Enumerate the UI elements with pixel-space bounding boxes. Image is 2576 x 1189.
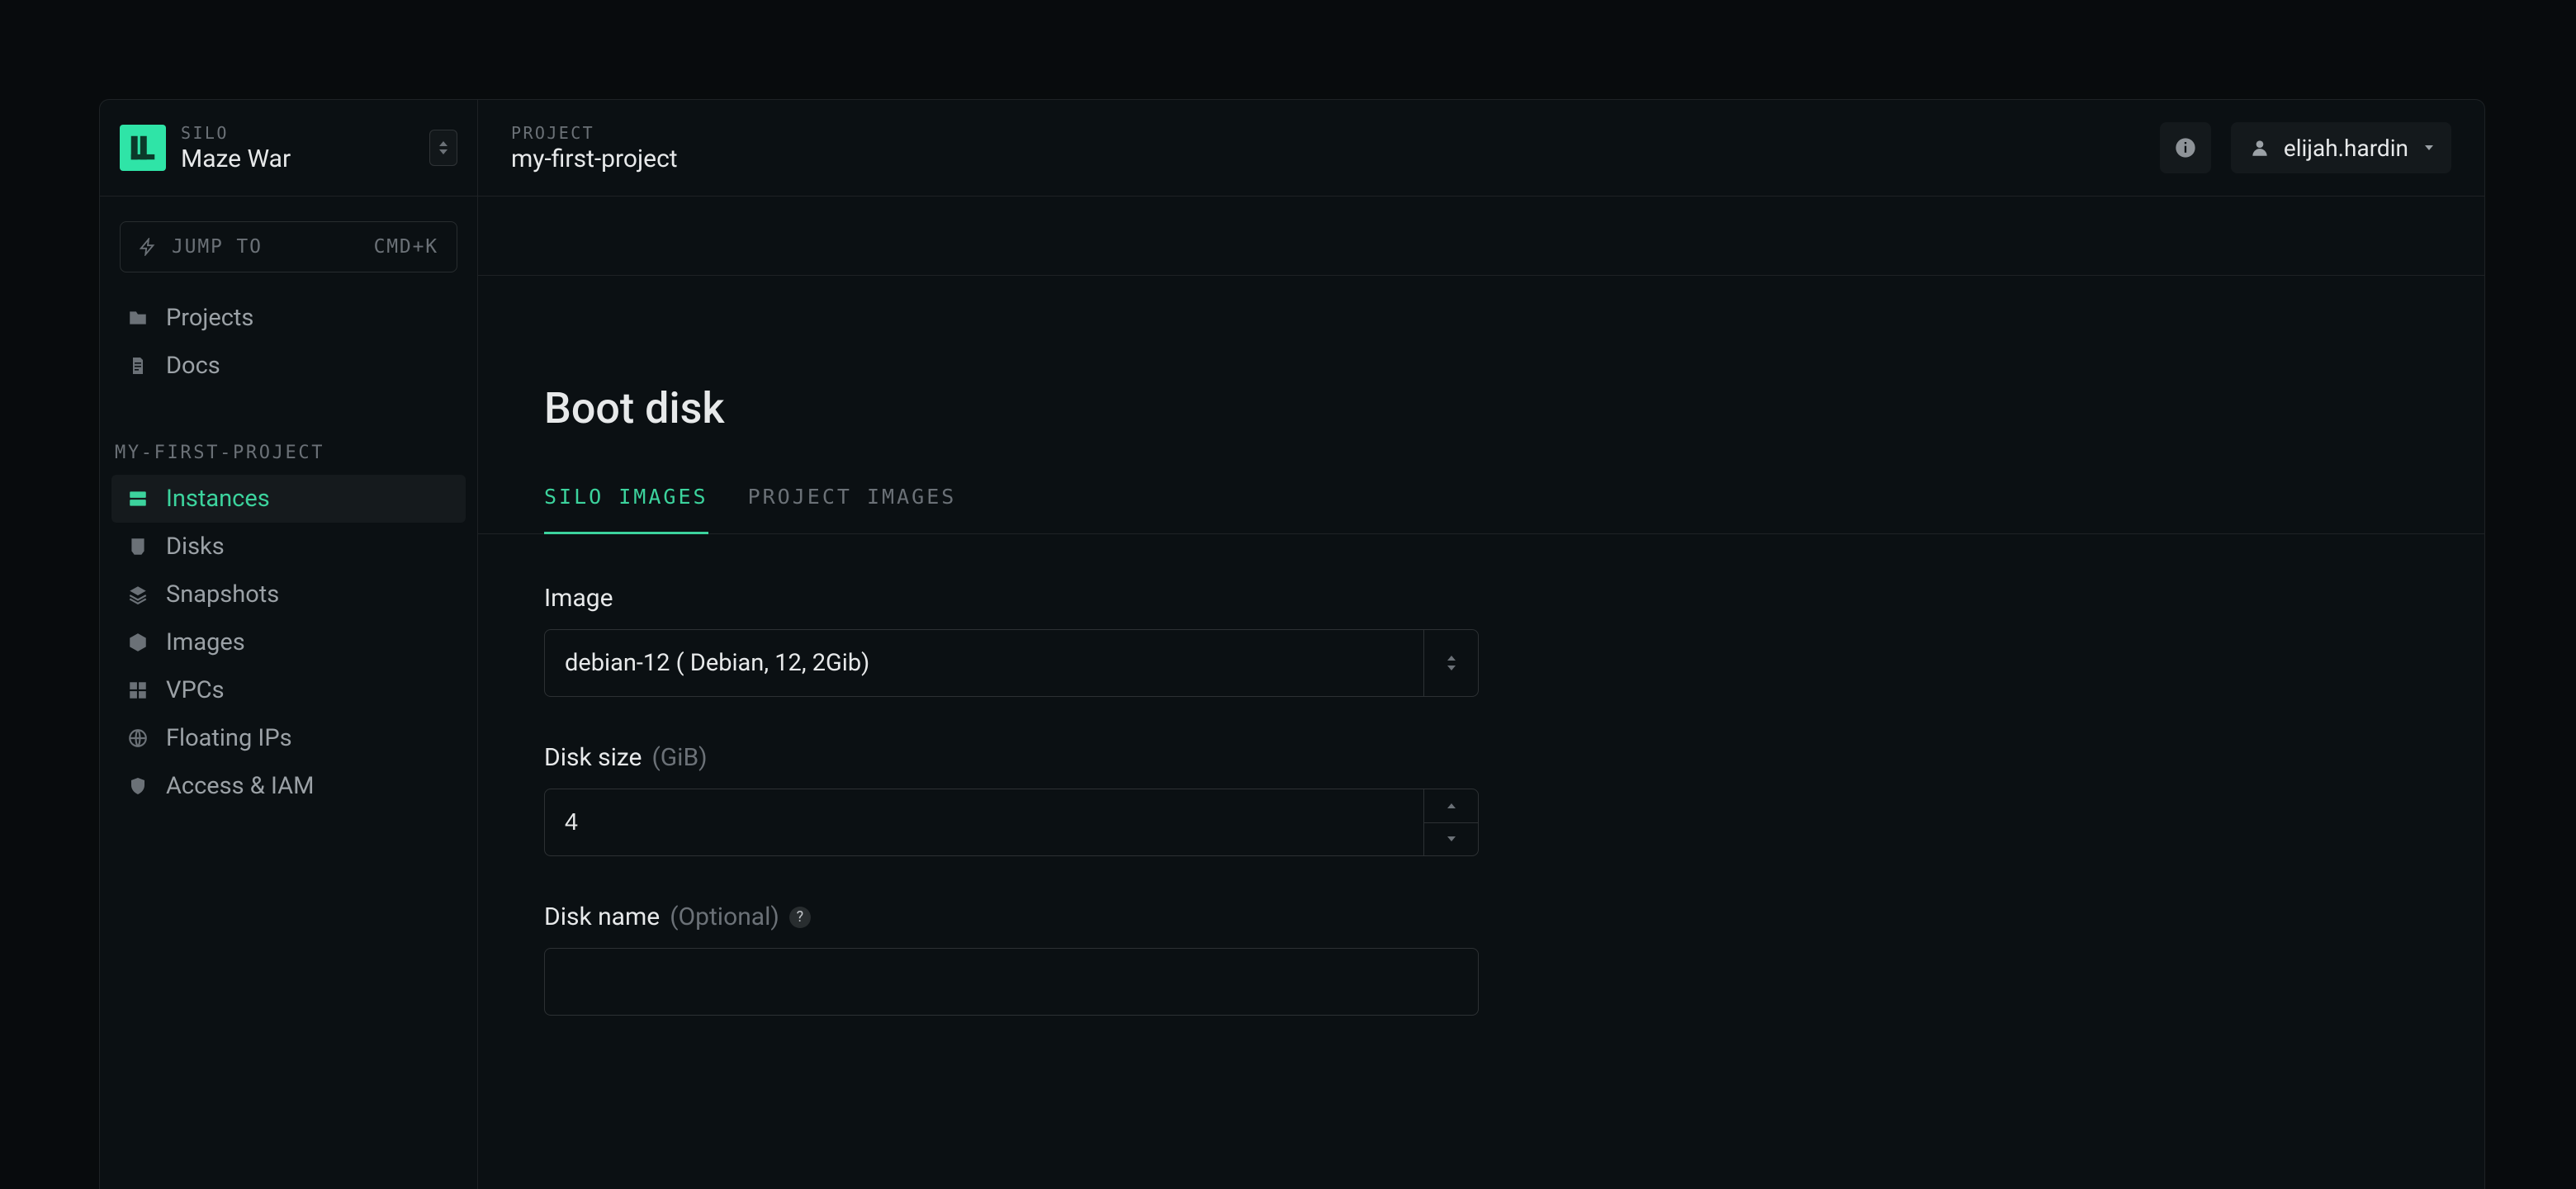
info-button[interactable]	[2160, 122, 2211, 173]
breadcrumb-value: my-first-project	[511, 144, 678, 173]
disk-name-input-wrap	[544, 948, 1479, 1016]
field-image: Image debian-12 ( Debian, 12, 2Gib)	[544, 584, 1479, 697]
jump-label: JUMP TO	[172, 236, 359, 258]
doc-icon	[126, 354, 149, 377]
tab-project[interactable]: PROJECT IMAGES	[748, 485, 957, 534]
topbar: PROJECT my-first-project elijah.hardin	[478, 100, 2484, 197]
grid-icon	[126, 679, 149, 702]
folder-icon	[126, 306, 149, 329]
user-menu[interactable]: elijah.hardin	[2231, 122, 2451, 173]
jump-to-button[interactable]: JUMP TO CMD+K	[120, 221, 457, 272]
select-caret[interactable]	[1423, 630, 1478, 696]
nav-project: Instances Disks Snapshots Images VPCs Floatin…	[100, 475, 477, 827]
sidebar-item-snapshots[interactable]: Snapshots	[111, 571, 466, 618]
sidebar-item-disks[interactable]: Disks	[111, 523, 466, 571]
image-label: Image	[544, 584, 1479, 613]
nav-label: Snapshots	[166, 580, 279, 609]
app-window: SILO Maze War JUMP TO CMD+K Projects Docs…	[99, 99, 2485, 1189]
chevron-down-icon	[439, 149, 447, 154]
nav-label: Projects	[166, 304, 253, 332]
page-title: Boot disk	[544, 383, 2418, 433]
caret-down-icon	[2425, 145, 2433, 150]
nav-label: VPCs	[166, 676, 225, 704]
step-up-button[interactable]	[1424, 789, 1478, 822]
nav-label: Access & IAM	[166, 772, 314, 800]
layers-icon	[126, 583, 149, 606]
silo-switcher[interactable]	[429, 130, 457, 166]
silo-text: SILO Maze War	[181, 123, 414, 173]
sidebar-item-projects[interactable]: Projects	[111, 294, 466, 342]
disk-name-input[interactable]	[545, 949, 1478, 1015]
boot-disk-form: Image debian-12 ( Debian, 12, 2Gib) Disk…	[544, 584, 1479, 1016]
sidebar-item-access[interactable]: Access & IAM	[111, 762, 466, 810]
sidebar-item-docs[interactable]: Docs	[111, 342, 466, 390]
nav-label: Docs	[166, 352, 220, 380]
server-icon	[126, 487, 149, 510]
disk-name-label: Disk name (Optional) ?	[544, 902, 1479, 931]
disk-size-stepper[interactable]	[544, 789, 1479, 856]
logo-icon	[127, 132, 159, 163]
silo-header: SILO Maze War	[100, 100, 477, 197]
tab-silo[interactable]: SILO IMAGES	[544, 485, 708, 534]
project-section-label: MY-FIRST-PROJECT	[100, 406, 477, 475]
field-disk-size: Disk size (GiB)	[544, 743, 1479, 856]
chevron-up-icon	[439, 141, 447, 146]
sidebar-item-vpcs[interactable]: VPCs	[111, 666, 466, 714]
cube-icon	[126, 631, 149, 654]
sidebar-item-floatingips[interactable]: Floating IPs	[111, 714, 466, 762]
sidebar-item-images[interactable]: Images	[111, 618, 466, 666]
disk-size-label: Disk size (GiB)	[544, 743, 1479, 772]
user-icon	[2249, 137, 2271, 159]
disk-icon	[126, 535, 149, 558]
chevron-down-icon	[1447, 666, 1456, 670]
step-down-button[interactable]	[1424, 822, 1478, 856]
subbar	[478, 197, 2484, 276]
breadcrumb[interactable]: PROJECT my-first-project	[511, 123, 678, 173]
main: PROJECT my-first-project elijah.hardin B…	[478, 100, 2484, 1189]
help-icon[interactable]: ?	[789, 907, 811, 928]
nav-label: Floating IPs	[166, 724, 292, 752]
breadcrumb-label: PROJECT	[511, 123, 678, 143]
shield-icon	[126, 775, 149, 798]
nav-top: Projects Docs	[100, 294, 477, 406]
globe-icon	[126, 727, 149, 750]
tabs: SILO IMAGES PROJECT IMAGES	[478, 485, 2484, 534]
sidebar-item-instances[interactable]: Instances	[111, 475, 466, 523]
triangle-down-icon	[1447, 836, 1456, 841]
nav-label: Disks	[166, 533, 225, 561]
info-icon	[2174, 136, 2197, 159]
logo	[120, 125, 166, 171]
user-name: elijah.hardin	[2284, 135, 2408, 162]
sidebar: SILO Maze War JUMP TO CMD+K Projects Docs…	[100, 100, 478, 1189]
jump-shortcut: CMD+K	[374, 236, 438, 258]
image-value: debian-12 ( Debian, 12, 2Gib)	[545, 630, 1423, 696]
bolt-icon	[139, 238, 157, 256]
disk-size-input[interactable]	[545, 789, 1423, 855]
silo-label: SILO	[181, 123, 414, 143]
chevron-up-icon	[1447, 656, 1456, 661]
field-disk-name: Disk name (Optional) ?	[544, 902, 1479, 1016]
silo-name: Maze War	[181, 144, 414, 173]
nav-label: Instances	[166, 485, 270, 513]
content: Boot disk SILO IMAGES PROJECT IMAGES Imag…	[478, 276, 2484, 1065]
stepper-controls	[1423, 789, 1478, 855]
triangle-up-icon	[1447, 803, 1456, 808]
image-select[interactable]: debian-12 ( Debian, 12, 2Gib)	[544, 629, 1479, 697]
nav-label: Images	[166, 628, 245, 656]
